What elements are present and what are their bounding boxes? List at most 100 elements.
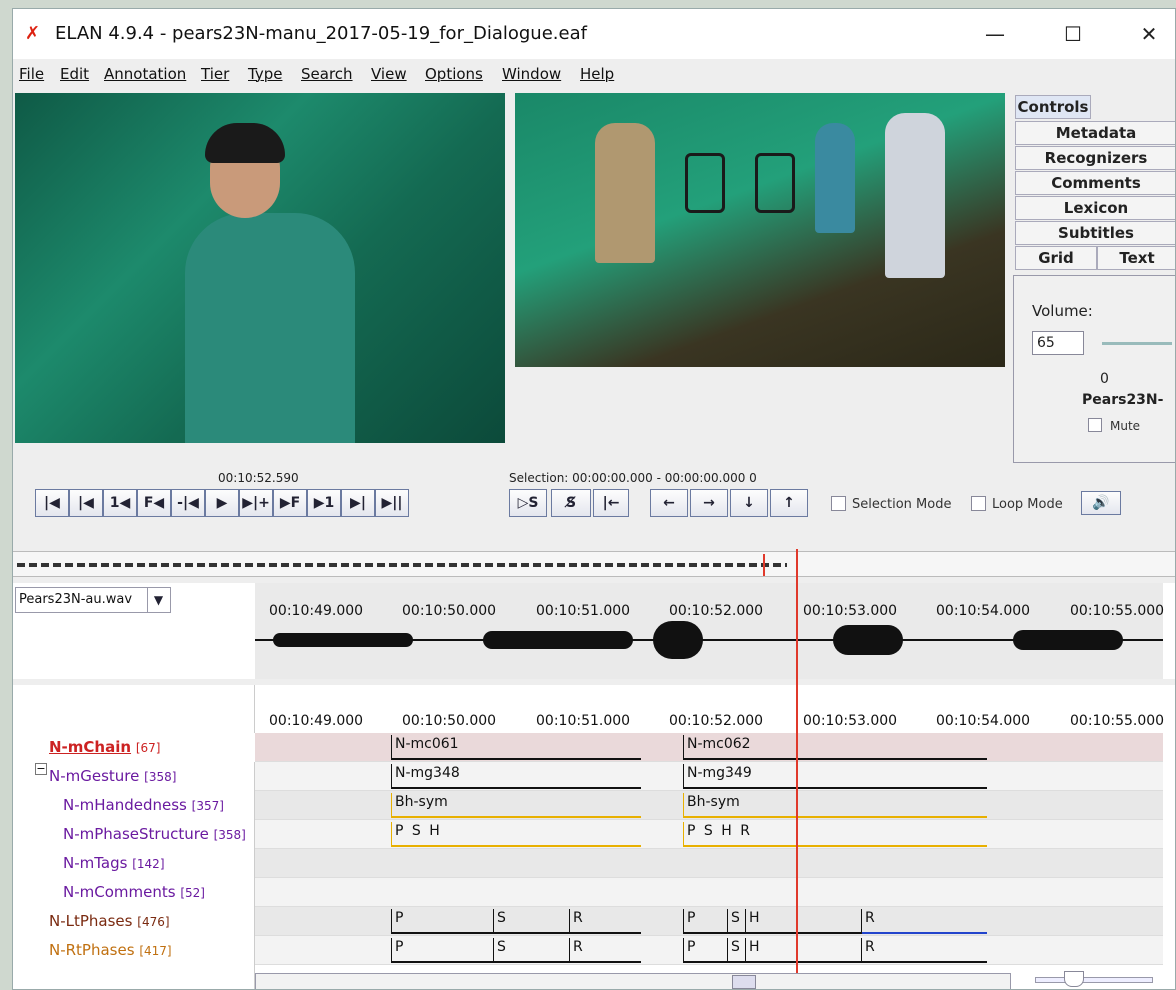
annotation-tier-panel: 00:10:49.000 00:10:50.000 00:10:51.000 0… bbox=[13, 685, 1175, 989]
menu-tier[interactable]: Tier bbox=[201, 65, 229, 83]
zoom-slider-handle[interactable] bbox=[1064, 971, 1084, 987]
tab-comments[interactable]: Comments bbox=[1015, 171, 1175, 195]
tier-row-n-mgesture[interactable]: N-mg348 N-mg349 bbox=[255, 762, 1163, 791]
tier-name: N-mGesture bbox=[49, 767, 140, 785]
next-annotation-button[interactable]: → bbox=[690, 489, 728, 517]
tier-row-n-mtags[interactable] bbox=[255, 849, 1163, 878]
menu-annotation[interactable]: Annotation bbox=[104, 65, 186, 83]
tab-lexicon[interactable]: Lexicon bbox=[1015, 196, 1175, 220]
timeline-overview[interactable] bbox=[13, 551, 1175, 577]
annotation[interactable]: P bbox=[683, 909, 727, 934]
annotation[interactable]: Bh-sym bbox=[683, 793, 987, 818]
loop-mode-checkbox[interactable] bbox=[971, 496, 986, 511]
pixel-forward-button[interactable]: ▶|+ bbox=[239, 489, 273, 517]
annotation[interactable]: Bh-sym bbox=[391, 793, 641, 818]
tier-label-n-mchain[interactable]: N-mChain [67] bbox=[13, 733, 255, 762]
mute-checkbox[interactable] bbox=[1088, 418, 1102, 432]
tab-text[interactable]: Text bbox=[1097, 246, 1175, 270]
wave-tick: 00:10:54.000 bbox=[936, 603, 1031, 619]
annotation[interactable]: N-mg348 bbox=[391, 764, 641, 789]
annotation[interactable]: P bbox=[391, 938, 493, 963]
speaker-icon[interactable]: 🔊 bbox=[1081, 491, 1121, 515]
tier-count: [417] bbox=[139, 944, 172, 958]
tab-grid[interactable]: Grid bbox=[1015, 246, 1097, 270]
frame-forward-button[interactable]: ▶F bbox=[273, 489, 307, 517]
annotation-above-button[interactable]: ↑ bbox=[770, 489, 808, 517]
close-button[interactable]: ✕ bbox=[1129, 19, 1169, 49]
next-frame-button[interactable]: ▶| bbox=[341, 489, 375, 517]
menu-type[interactable]: Type bbox=[248, 65, 282, 83]
annotation[interactable]: P bbox=[391, 909, 493, 934]
tab-metadata[interactable]: Metadata bbox=[1015, 121, 1175, 145]
minimize-button[interactable]: — bbox=[975, 19, 1015, 49]
scroll-thumb[interactable] bbox=[732, 975, 756, 989]
go-to-begin-button[interactable]: |◀ bbox=[35, 489, 69, 517]
tab-subtitles[interactable]: Subtitles bbox=[1015, 221, 1175, 245]
video-viewer-closeup[interactable] bbox=[15, 93, 505, 443]
maximize-button[interactable]: ☐ bbox=[1053, 19, 1093, 49]
tier-label-n-mphasestructure[interactable]: N-mPhaseStructure [358] bbox=[13, 820, 255, 849]
annotation-below-button[interactable]: ↓ bbox=[730, 489, 768, 517]
go-to-end-button[interactable]: ▶|| bbox=[375, 489, 409, 517]
previous-annotation-button[interactable]: ← bbox=[650, 489, 688, 517]
annotation[interactable]: R bbox=[569, 938, 641, 963]
annotation[interactable]: P S H bbox=[391, 822, 641, 847]
menu-window[interactable]: Window bbox=[502, 65, 561, 83]
annotation[interactable]: R bbox=[861, 938, 987, 963]
tier-label-n-mcomments[interactable]: N-mComments [52] bbox=[13, 878, 255, 907]
pixel-back-button[interactable]: -|◀ bbox=[171, 489, 205, 517]
play-selection-button[interactable]: ▷S bbox=[509, 489, 547, 517]
menu-file[interactable]: File bbox=[19, 65, 44, 83]
annotation[interactable]: S bbox=[493, 909, 569, 934]
annotation[interactable]: P S H R bbox=[683, 822, 987, 847]
previous-frame-button[interactable]: |◀ bbox=[69, 489, 103, 517]
tier-row-n-mhandedness[interactable]: Bh-sym Bh-sym bbox=[255, 791, 1163, 820]
volume-input[interactable]: 65 bbox=[1032, 331, 1084, 355]
menu-view[interactable]: View bbox=[371, 65, 407, 83]
selection-begin-button[interactable]: |← bbox=[593, 489, 629, 517]
volume-slider[interactable] bbox=[1102, 342, 1172, 345]
annotation[interactable]: S bbox=[493, 938, 569, 963]
annotation[interactable]: H bbox=[745, 938, 861, 963]
waveform-burst bbox=[1013, 630, 1123, 650]
tier-label-n-ltphases[interactable]: N-LtPhases [476] bbox=[13, 907, 255, 936]
selection-mode-checkbox[interactable] bbox=[831, 496, 846, 511]
menu-edit[interactable]: Edit bbox=[60, 65, 89, 83]
annotation[interactable]: H bbox=[745, 909, 861, 934]
playhead-crosshair[interactable] bbox=[796, 549, 798, 989]
play-button[interactable]: ▶ bbox=[205, 489, 239, 517]
tier-row-n-ltphases[interactable]: P S R P S H R bbox=[255, 907, 1163, 936]
annotation[interactable]: R bbox=[569, 909, 641, 934]
video-viewer-wide[interactable] bbox=[515, 93, 1005, 367]
chair bbox=[755, 153, 795, 213]
menu-options[interactable]: Options bbox=[425, 65, 483, 83]
one-second-forward-button[interactable]: ▶1 bbox=[307, 489, 341, 517]
tier-row-n-mphasestructure[interactable]: P S H P S H R bbox=[255, 820, 1163, 849]
annotation[interactable]: P bbox=[683, 938, 727, 963]
tier-label-n-mgesture[interactable]: N-mGesture [358] bbox=[13, 762, 255, 791]
tier-label-n-rtphases[interactable]: N-RtPhases [417] bbox=[13, 936, 255, 965]
tier-label-n-mhandedness[interactable]: N-mHandedness [357] bbox=[13, 791, 255, 820]
collapse-toggle-icon[interactable]: − bbox=[35, 763, 47, 775]
person-figure bbox=[185, 213, 355, 443]
annotation[interactable]: S bbox=[727, 909, 745, 934]
tab-controls[interactable]: Controls bbox=[1015, 95, 1091, 119]
tier-row-n-mchain[interactable]: N-mc061 N-mc062 bbox=[255, 733, 1163, 762]
clear-selection-button[interactable]: S̸ bbox=[551, 489, 591, 517]
menu-search[interactable]: Search bbox=[301, 65, 353, 83]
zoom-slider[interactable] bbox=[1035, 971, 1153, 987]
one-second-back-button[interactable]: 1◀ bbox=[103, 489, 137, 517]
tier-label-n-mtags[interactable]: N-mTags [142] bbox=[13, 849, 255, 878]
annotation[interactable]: N-mg349 bbox=[683, 764, 987, 789]
tier-row-n-rtphases[interactable]: P S R P S H R bbox=[255, 936, 1163, 965]
menu-help[interactable]: Help bbox=[580, 65, 614, 83]
annotation[interactable]: S bbox=[727, 938, 745, 963]
annotation[interactable]: N-mc062 bbox=[683, 735, 987, 760]
frame-back-button[interactable]: F◀ bbox=[137, 489, 171, 517]
annotation[interactable]: N-mc061 bbox=[391, 735, 641, 760]
chevron-down-icon[interactable]: ▼ bbox=[147, 588, 169, 612]
annotation[interactable]: R bbox=[861, 909, 987, 934]
tab-recognizers[interactable]: Recognizers bbox=[1015, 146, 1175, 170]
tier-row-n-mcomments[interactable] bbox=[255, 878, 1163, 907]
horizontal-scrollbar[interactable] bbox=[255, 973, 1011, 989]
